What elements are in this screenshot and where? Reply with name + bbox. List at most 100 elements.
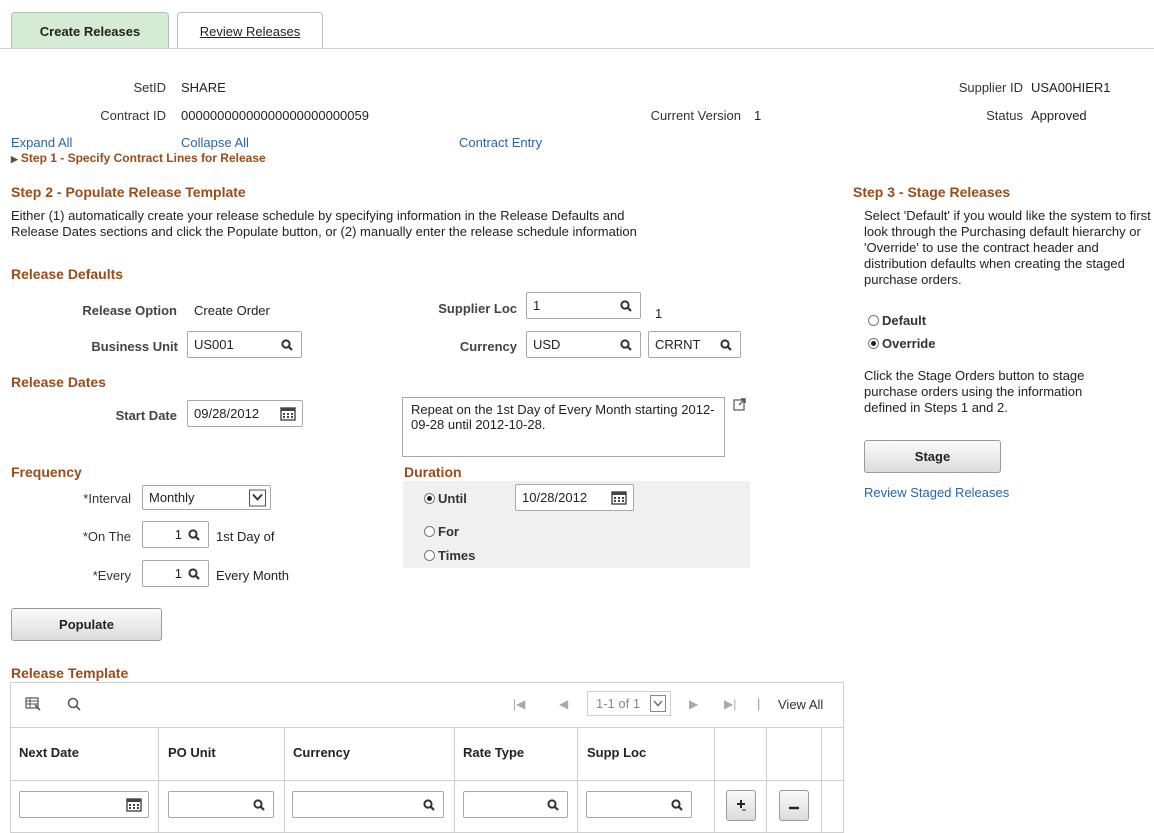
calendar-icon[interactable] [126, 797, 142, 813]
find-icon[interactable] [67, 697, 81, 714]
previous-page-icon[interactable]: ◀ [559, 697, 568, 711]
grid-header-top-border [11, 727, 843, 728]
delete-row-button[interactable] [779, 790, 809, 821]
grid-col-divider [454, 727, 455, 833]
search-icon[interactable] [421, 797, 437, 813]
current-version-value: 1 [754, 108, 762, 123]
on-the-label: *On The [82, 529, 131, 544]
every-label: *Every [92, 568, 131, 583]
duration-title: Duration [404, 464, 462, 480]
until-date-input[interactable]: 10/28/2012 [515, 484, 634, 511]
stage-default-radio[interactable]: Default [868, 313, 926, 328]
review-staged-releases-link[interactable]: Review Staged Releases [864, 485, 1009, 500]
until-date-value: 10/28/2012 [522, 490, 588, 505]
search-icon[interactable] [545, 797, 561, 813]
on-the-desc: 1st Day of [216, 529, 275, 544]
chevron-down-icon[interactable] [249, 489, 266, 506]
start-date-label: Start Date [115, 408, 177, 423]
contract-id-value: 00000000000000000000000059 [181, 108, 369, 123]
populate-button[interactable]: Populate [11, 608, 162, 641]
start-date-value: 09/28/2012 [194, 406, 260, 421]
status-label: Status [986, 108, 1023, 123]
stage-button[interactable]: Stage [864, 440, 1001, 473]
expand-textarea-icon[interactable] [733, 397, 747, 414]
frequency-title: Frequency [11, 464, 82, 480]
duration-times-radio[interactable]: Times [424, 548, 475, 563]
pager-divider: | [757, 696, 761, 711]
supplier-loc-value: 1 [533, 298, 541, 313]
column-header-rate-type[interactable]: Rate Type [463, 745, 524, 760]
column-header-next-date[interactable]: Next Date [19, 745, 79, 760]
rate-type-value: CRRNT [655, 337, 701, 352]
contract-entry-link[interactable]: Contract Entry [459, 135, 542, 150]
stage-override-radio[interactable]: Override [868, 336, 935, 351]
calendar-icon[interactable] [280, 406, 296, 422]
search-icon[interactable] [186, 566, 202, 582]
step1-collapsible[interactable]: ▶ Step 1 - Specify Contract Lines for Rel… [11, 151, 266, 165]
po-unit-input[interactable] [168, 791, 274, 818]
search-icon[interactable] [669, 797, 685, 813]
rate-type-input[interactable]: CRRNT [648, 331, 741, 358]
search-icon[interactable] [618, 337, 634, 353]
column-header-currency[interactable]: Currency [293, 745, 350, 760]
interval-value: Monthly [149, 490, 195, 505]
supplier-loc-input[interactable]: 1 [526, 292, 641, 319]
tab-bar-divider [0, 48, 1154, 49]
tab-create-releases[interactable]: Create Releases [11, 12, 169, 49]
next-page-icon[interactable]: ▶ [689, 697, 698, 711]
column-header-po-unit[interactable]: PO Unit [168, 745, 216, 760]
release-summary-textarea[interactable]: Repeat on the 1st Day of Every Month sta… [402, 397, 725, 457]
last-page-icon[interactable]: ▶| [724, 697, 736, 711]
radio-unselected-icon [424, 526, 435, 537]
plus-icon [735, 798, 747, 814]
rate-type-row-input[interactable] [463, 791, 568, 818]
release-option-value: Create Order [194, 303, 270, 318]
personalize-grid-icon[interactable] [25, 697, 41, 714]
tab-create-releases-label: Create Releases [39, 23, 141, 39]
view-all-link[interactable]: View All [778, 697, 823, 712]
search-icon[interactable] [718, 337, 734, 353]
interval-select[interactable]: Monthly [142, 485, 271, 510]
pager-select[interactable]: 1-1 of 1 [587, 691, 671, 716]
step2-title: Step 2 - Populate Release Template [11, 184, 246, 200]
duration-until-radio[interactable]: Until [424, 491, 467, 506]
first-page-icon[interactable]: |◀ [513, 697, 525, 711]
business-unit-input[interactable]: US001 [187, 331, 302, 358]
currency-label: Currency [459, 339, 517, 354]
tab-review-releases-label: Review Releases [199, 23, 301, 39]
radio-unselected-icon [868, 315, 879, 326]
start-date-input[interactable]: 09/28/2012 [187, 400, 303, 427]
supp-loc-row-input[interactable] [586, 791, 692, 818]
triangle-right-icon: ▶ [11, 154, 18, 164]
tab-review-releases[interactable]: Review Releases [177, 12, 323, 49]
search-icon[interactable] [618, 298, 634, 314]
add-row-button[interactable] [726, 790, 756, 821]
currency-row-input[interactable] [292, 791, 444, 818]
currency-input[interactable]: USD [526, 331, 641, 358]
release-template-title: Release Template [11, 665, 129, 681]
radio-selected-icon [424, 493, 435, 504]
step1-label: Step 1 - Specify Contract Lines for Rele… [20, 151, 266, 165]
on-the-input[interactable]: 1 [142, 521, 209, 548]
search-icon[interactable] [279, 337, 295, 353]
column-header-supp-loc[interactable]: Supp Loc [587, 745, 646, 760]
stage-info-text: Click the Stage Orders button to stage p… [864, 368, 1085, 415]
current-version-label: Current Version [650, 108, 741, 123]
every-value: 1 [174, 566, 182, 581]
radio-selected-icon [868, 338, 879, 349]
next-date-input[interactable] [19, 791, 149, 818]
contract-id-label: Contract ID [100, 108, 166, 123]
collapse-all-link[interactable]: Collapse All [181, 135, 249, 150]
duration-for-radio[interactable]: For [424, 524, 459, 539]
minus-icon [788, 798, 800, 813]
setid-label: SetID [133, 80, 166, 95]
chevron-down-icon [650, 695, 666, 712]
search-icon[interactable] [186, 527, 202, 543]
expand-all-link[interactable]: Expand All [11, 135, 72, 150]
search-icon[interactable] [251, 797, 267, 813]
grid-col-divider [284, 727, 285, 833]
on-the-value: 1 [174, 527, 182, 542]
every-input[interactable]: 1 [142, 560, 209, 587]
radio-unselected-icon [424, 550, 435, 561]
calendar-icon[interactable] [611, 490, 627, 506]
